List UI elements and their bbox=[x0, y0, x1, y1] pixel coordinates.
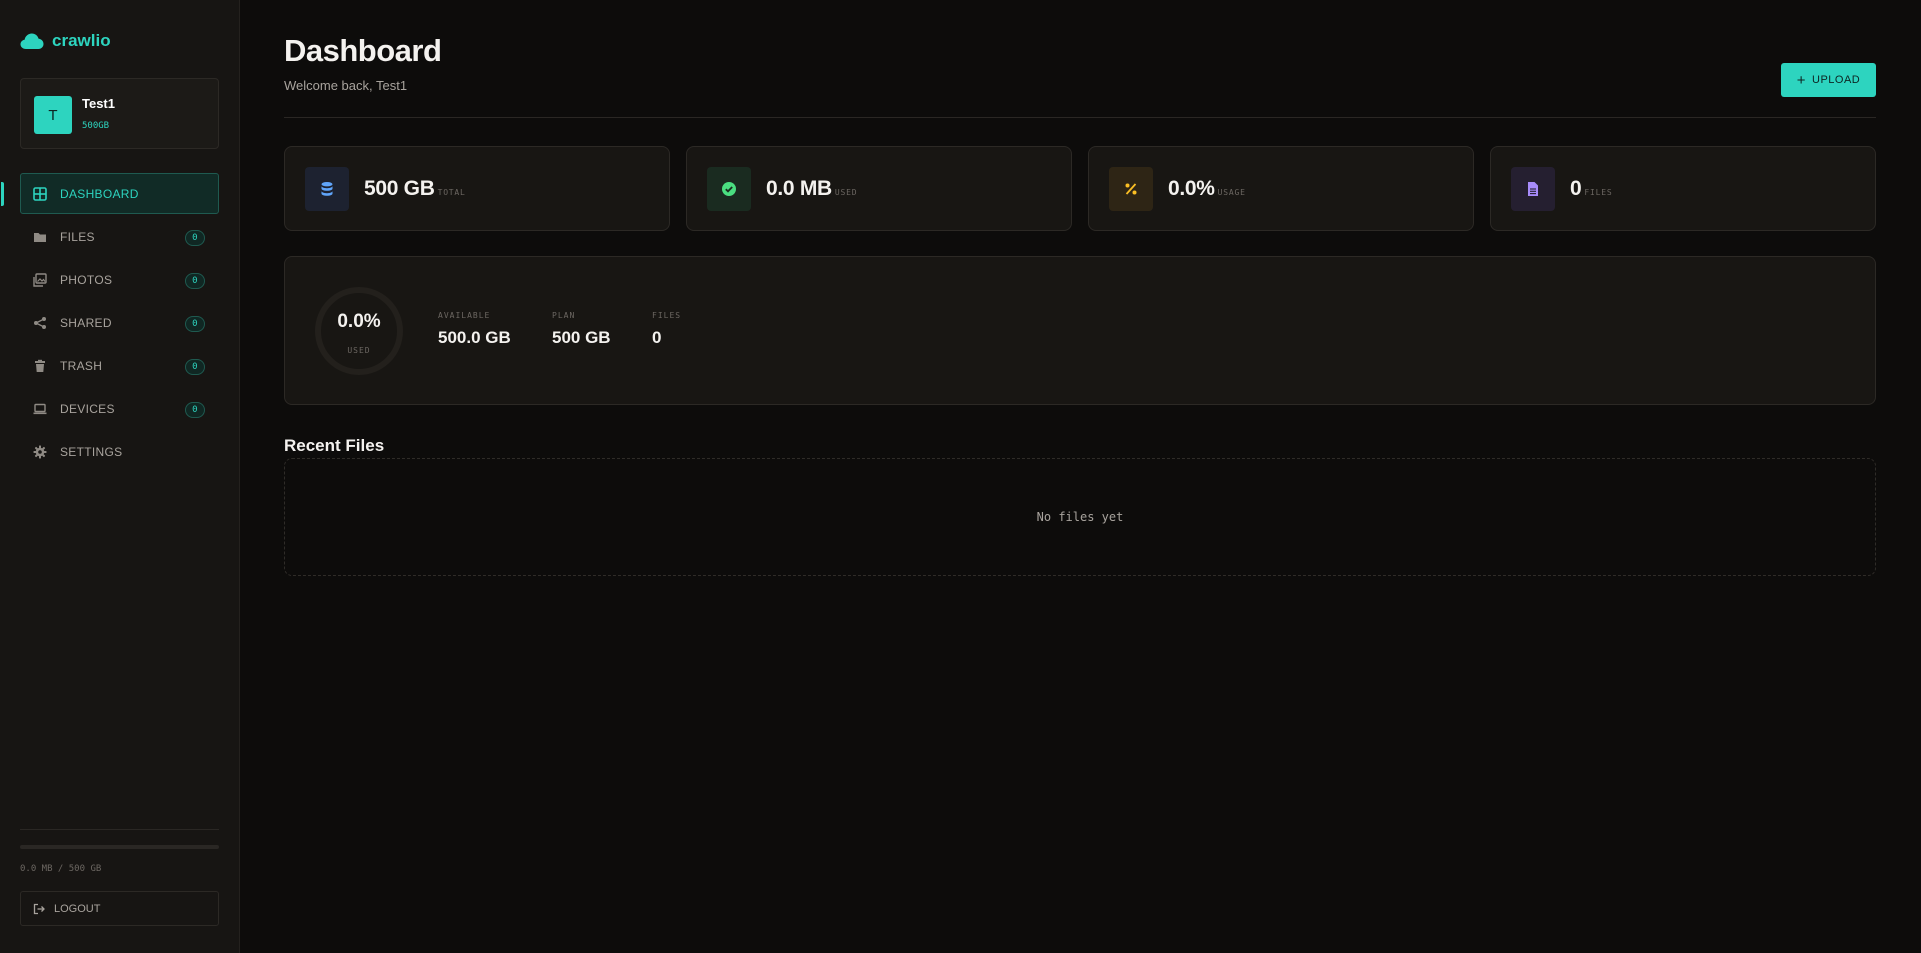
sidebar-item-dashboard[interactable]: DASHBOARD bbox=[1, 173, 219, 214]
overview-label: PLAN bbox=[552, 311, 576, 320]
stat-label: USED bbox=[834, 188, 858, 197]
sidebar-nav: DASHBOARD FILES 0 PHOTOS 0 SHARED 0 TRAS… bbox=[1, 173, 219, 474]
stat-card-total: 500 GB TOTAL bbox=[284, 146, 670, 231]
storage-overview-card: 0.0% USED AVAILABLE 500.0 GB PLAN 500 GB… bbox=[284, 256, 1876, 405]
main-content: Dashboard Welcome back, Test1 + UPLOAD 5… bbox=[284, 0, 1876, 953]
logout-icon bbox=[33, 903, 45, 914]
recent-files-title: Recent Files bbox=[284, 436, 385, 455]
sidebar-item-shared[interactable]: SHARED 0 bbox=[20, 302, 219, 343]
brand[interactable]: crawlio bbox=[20, 31, 111, 51]
sidebar-item-label: FILES bbox=[60, 229, 95, 244]
storage-progress-bar bbox=[20, 845, 219, 849]
share-icon bbox=[33, 316, 47, 330]
overview-value: 500 GB bbox=[552, 328, 611, 347]
recent-files-empty-state: No files yet bbox=[284, 458, 1876, 576]
divider bbox=[284, 117, 1876, 118]
sidebar-item-label: PHOTOS bbox=[60, 272, 113, 287]
overview-plan: PLAN 500 GB bbox=[552, 311, 611, 348]
sidebar-item-label: TRASH bbox=[60, 358, 103, 373]
database-icon bbox=[305, 167, 349, 211]
overview-files: FILES 0 bbox=[652, 311, 681, 348]
stat-label: TOTAL bbox=[437, 188, 466, 197]
upload-label: UPLOAD bbox=[1812, 74, 1861, 86]
sidebar-item-label: DASHBOARD bbox=[60, 186, 139, 201]
logout-button[interactable]: LOGOUT bbox=[20, 891, 219, 926]
stat-value: 0 FILES bbox=[1570, 177, 1613, 200]
user-plan: 500GB bbox=[82, 121, 110, 131]
overview-available: AVAILABLE 500.0 GB bbox=[438, 311, 511, 348]
usage-percent: 0.0% bbox=[337, 311, 381, 332]
sidebar-item-label: SHARED bbox=[60, 315, 112, 330]
overview-label: AVAILABLE bbox=[438, 311, 491, 320]
sidebar-item-label: DEVICES bbox=[60, 401, 115, 416]
file-icon bbox=[1511, 167, 1555, 211]
laptop-icon bbox=[33, 402, 47, 416]
sidebar-item-files[interactable]: FILES 0 bbox=[20, 216, 219, 257]
sidebar-item-settings[interactable]: SETTINGS bbox=[20, 431, 219, 472]
percent-icon bbox=[1109, 167, 1153, 211]
user-card[interactable]: T Test1 500GB bbox=[20, 78, 219, 149]
usage-percent-label: USED bbox=[347, 346, 371, 355]
gear-icon bbox=[33, 445, 47, 459]
cloud-icon bbox=[20, 33, 44, 49]
page-title: Dashboard bbox=[284, 33, 442, 68]
brand-name: crawlio bbox=[52, 31, 111, 50]
stat-label: USAGE bbox=[1217, 188, 1246, 197]
divider bbox=[20, 829, 219, 830]
stat-card-used: 0.0 MB USED bbox=[686, 146, 1072, 231]
count-badge: 0 bbox=[185, 273, 205, 289]
overview-label: FILES bbox=[652, 311, 682, 320]
plus-icon: + bbox=[1796, 71, 1806, 89]
overview-value: 500.0 GB bbox=[438, 328, 511, 347]
sidebar: crawlio T Test1 500GB DASHBOARD FILES 0 … bbox=[0, 0, 240, 953]
count-badge: 0 bbox=[185, 359, 205, 375]
storage-usage-text: 0.0 MB / 500 GB bbox=[20, 864, 102, 874]
logout-label: LOGOUT bbox=[54, 902, 101, 915]
upload-button[interactable]: + UPLOAD bbox=[1781, 63, 1876, 97]
stat-label: FILES bbox=[1584, 188, 1613, 197]
stat-card-files: 0 FILES bbox=[1490, 146, 1876, 231]
welcome-text: Welcome back, Test1 bbox=[284, 78, 408, 93]
count-badge: 0 bbox=[185, 402, 205, 418]
grid-icon bbox=[33, 186, 47, 201]
count-badge: 0 bbox=[185, 230, 205, 246]
avatar: T bbox=[34, 96, 72, 134]
empty-state-text: No files yet bbox=[1036, 510, 1124, 524]
sidebar-item-photos[interactable]: PHOTOS 0 bbox=[20, 259, 219, 300]
stat-value: 0.0 MB USED bbox=[766, 177, 858, 200]
check-circle-icon bbox=[707, 167, 751, 211]
active-indicator bbox=[1, 182, 4, 206]
stat-value: 0.0% USAGE bbox=[1168, 177, 1246, 200]
images-icon bbox=[33, 272, 47, 287]
user-name: Test1 bbox=[82, 96, 115, 111]
sidebar-item-label: SETTINGS bbox=[60, 444, 123, 459]
count-badge: 0 bbox=[185, 316, 205, 332]
sidebar-item-devices[interactable]: DEVICES 0 bbox=[20, 388, 219, 429]
folder-icon bbox=[33, 230, 47, 244]
sidebar-item-trash[interactable]: TRASH 0 bbox=[20, 345, 219, 386]
stat-value: 500 GB TOTAL bbox=[364, 177, 466, 200]
overview-value: 0 bbox=[652, 328, 662, 347]
stat-card-usage: 0.0% USAGE bbox=[1088, 146, 1474, 231]
trash-icon bbox=[33, 359, 47, 373]
